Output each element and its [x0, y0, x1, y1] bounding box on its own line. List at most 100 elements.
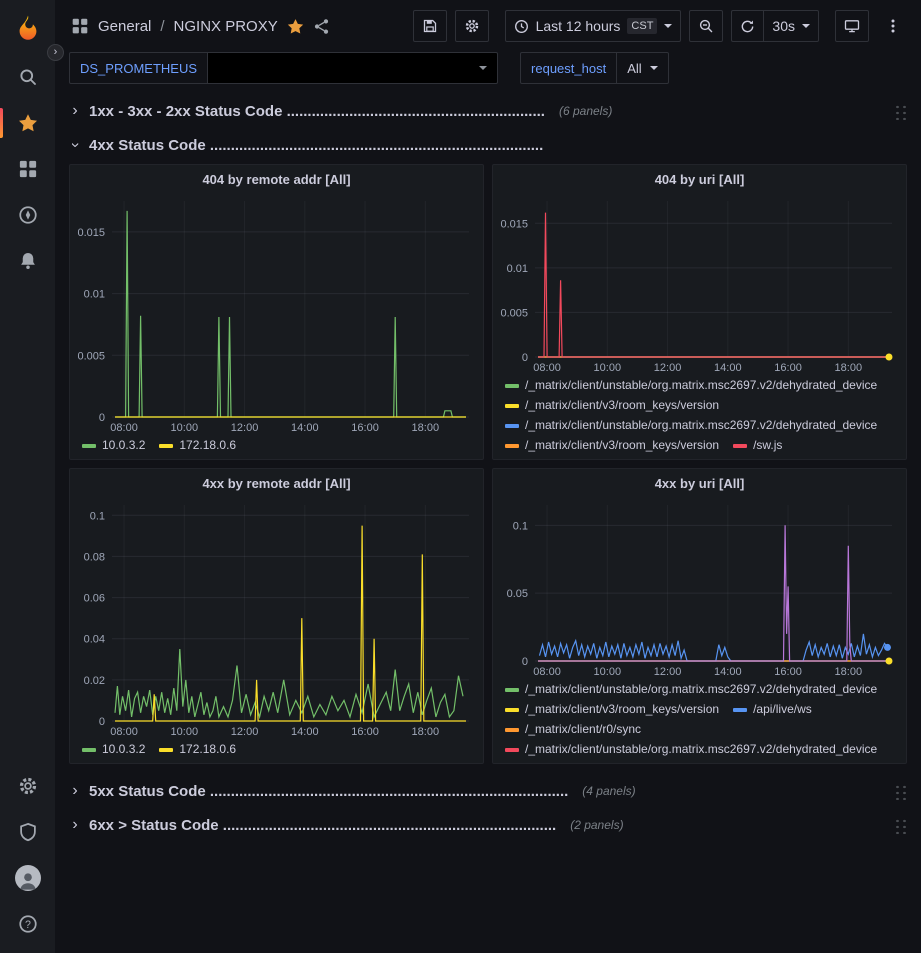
- variable-request-host: request_host All: [520, 52, 669, 84]
- legend-item[interactable]: /_matrix/client/r0/sync: [505, 721, 641, 738]
- legend-item[interactable]: /_matrix/client/v3/room_keys/version: [505, 701, 719, 718]
- time-range-picker[interactable]: Last 12 hours CST: [505, 10, 682, 42]
- row-6xx[interactable]: › 6xx > Status Code ....................…: [69, 810, 907, 840]
- tv-mode-button[interactable]: [835, 10, 869, 42]
- svg-text:10:00: 10:00: [171, 726, 199, 738]
- legend-item[interactable]: 10.0.3.2: [82, 741, 145, 758]
- apps-grid-icon[interactable]: [71, 17, 89, 35]
- legend-item[interactable]: /sw.js: [733, 437, 782, 454]
- panel-title[interactable]: 4xx by uri [All]: [493, 469, 906, 497]
- sidebar-bottom-group: ?: [0, 763, 55, 947]
- legend-series-mark: [505, 688, 519, 692]
- panel-404-by-uri: 404 by uri [All] 08:0010:0012:0014:0016:…: [492, 164, 907, 460]
- legend-item[interactable]: /api/live/ws: [733, 701, 812, 718]
- timeseries-chart[interactable]: 08:0010:0012:0014:0016:0018:0000.0050.01…: [70, 193, 483, 435]
- dashboard-title[interactable]: NGINX PROXY: [174, 18, 278, 35]
- svg-text:14:00: 14:00: [714, 666, 742, 678]
- legend-series-mark: [505, 444, 519, 448]
- timezone-badge: CST: [627, 18, 657, 34]
- sidebar-item-alerting[interactable]: [0, 238, 55, 284]
- legend-series-mark: [505, 424, 519, 428]
- svg-text:0.015: 0.015: [77, 227, 105, 239]
- help-question-icon: ?: [18, 914, 38, 934]
- svg-text:16:00: 16:00: [351, 726, 379, 738]
- sidebar-item-search[interactable]: [0, 54, 55, 100]
- chevron-down-icon: ›: [67, 139, 83, 151]
- breadcrumb-folder[interactable]: General: [98, 18, 151, 35]
- dashboards-grid-icon: [18, 159, 38, 179]
- legend-item[interactable]: /_matrix/client/unstable/org.matrix.msc2…: [505, 417, 877, 434]
- legend-item[interactable]: 172.18.0.6: [159, 741, 236, 758]
- panel-legend: 10.0.3.2 172.18.0.6: [70, 739, 483, 763]
- legend-item[interactable]: 10.0.3.2: [82, 437, 145, 454]
- legend-series-mark: [505, 728, 519, 732]
- favorite-star-icon[interactable]: [287, 18, 304, 35]
- svg-text:0.04: 0.04: [84, 634, 105, 646]
- refresh-icon: [740, 19, 755, 34]
- legend-item[interactable]: /_matrix/client/v3/room_keys/version: [505, 437, 719, 454]
- dashboard-settings-button[interactable]: [455, 10, 489, 42]
- chevron-down-icon: [802, 24, 810, 28]
- save-dashboard-button[interactable]: [413, 10, 447, 42]
- legend-item[interactable]: /_matrix/client/unstable/org.matrix.msc2…: [505, 377, 877, 394]
- search-icon: [18, 67, 38, 87]
- row-4xx[interactable]: › 4xx Status Code ......................…: [69, 130, 907, 160]
- svg-text:18:00: 18:00: [412, 422, 440, 434]
- sidebar-item-dashboards[interactable]: [0, 146, 55, 192]
- sidebar-item-help[interactable]: ?: [0, 901, 55, 947]
- row-5xx[interactable]: › 5xx Status Code ......................…: [69, 776, 907, 806]
- timeseries-chart[interactable]: 08:0010:0012:0014:0016:0018:0000.050.1: [493, 497, 906, 679]
- svg-text:0.1: 0.1: [513, 520, 528, 532]
- sidebar-item-explore[interactable]: [0, 192, 55, 238]
- panels-grid: 404 by remote addr [All] 08:0010:0012:00…: [69, 164, 907, 764]
- legend-item[interactable]: /_matrix/client/unstable/org.matrix.msc2…: [505, 681, 877, 698]
- sidebar-item-profile[interactable]: [0, 855, 55, 901]
- refresh-button[interactable]: [731, 10, 763, 42]
- panel-4xx-by-uri: 4xx by uri [All] 08:0010:0012:0014:0016:…: [492, 468, 907, 764]
- panel-title[interactable]: 404 by uri [All]: [493, 165, 906, 193]
- timeseries-chart[interactable]: 08:0010:0012:0014:0016:0018:0000.020.040…: [70, 497, 483, 739]
- row-1xx-3xx-2xx[interactable]: › 1xx - 3xx - 2xx Status Code ..........…: [69, 96, 907, 126]
- row-drag-handle[interactable]: [894, 103, 907, 120]
- row-drag-handle[interactable]: [894, 817, 907, 834]
- sidebar-item-server-admin[interactable]: [0, 809, 55, 855]
- svg-text:0: 0: [522, 352, 528, 364]
- legend-item[interactable]: /_matrix/client/v3/room_keys/version: [505, 397, 719, 414]
- svg-text:12:00: 12:00: [654, 666, 682, 678]
- svg-text:0.01: 0.01: [507, 263, 528, 275]
- row-title: 5xx Status Code ........................…: [89, 783, 568, 800]
- request-host-select[interactable]: All: [617, 52, 668, 84]
- svg-text:0.005: 0.005: [500, 307, 528, 319]
- dashboard-content: › 1xx - 3xx - 2xx Status Code ..........…: [55, 88, 921, 953]
- share-icon[interactable]: [313, 18, 330, 35]
- svg-text:14:00: 14:00: [291, 726, 319, 738]
- datasource-variable-label[interactable]: DS_PROMETHEUS: [69, 52, 208, 84]
- more-options-button[interactable]: [877, 10, 909, 42]
- legend-series-label: /_matrix/client/v3/room_keys/version: [525, 397, 719, 414]
- panel-title[interactable]: 404 by remote addr [All]: [70, 165, 483, 193]
- request-host-variable-label[interactable]: request_host: [520, 52, 617, 84]
- sidebar-collapse-toggle[interactable]: ›: [47, 44, 64, 61]
- time-range-label: Last 12 hours: [536, 18, 621, 34]
- panel-legend: 10.0.3.2 172.18.0.6: [70, 435, 483, 459]
- grafana-logo[interactable]: [0, 0, 55, 54]
- svg-text:0: 0: [522, 656, 528, 668]
- sidebar-item-configuration[interactable]: [0, 763, 55, 809]
- panel-title[interactable]: 4xx by remote addr [All]: [70, 469, 483, 497]
- legend-item[interactable]: /_matrix/client/unstable/org.matrix.msc2…: [505, 741, 877, 758]
- legend-item[interactable]: 172.18.0.6: [159, 437, 236, 454]
- refresh-interval-select[interactable]: 30s: [763, 10, 819, 42]
- refresh-button-group: 30s: [731, 10, 819, 42]
- legend-series-mark: [733, 444, 747, 448]
- row-drag-handle[interactable]: [894, 783, 907, 800]
- panel-4xx-by-remote-addr: 4xx by remote addr [All] 08:0010:0012:00…: [69, 468, 484, 764]
- timeseries-chart[interactable]: 08:0010:0012:0014:0016:0018:0000.0050.01…: [493, 193, 906, 375]
- datasource-select[interactable]: [208, 52, 498, 84]
- legend-series-label: /_matrix/client/r0/sync: [525, 721, 641, 738]
- row-panel-count: (4 panels): [582, 784, 635, 798]
- svg-text:0: 0: [99, 716, 105, 728]
- zoom-out-button[interactable]: [689, 10, 723, 42]
- svg-text:0.005: 0.005: [77, 350, 105, 362]
- sidebar-item-starred[interactable]: [0, 100, 55, 146]
- star-icon: [18, 113, 38, 133]
